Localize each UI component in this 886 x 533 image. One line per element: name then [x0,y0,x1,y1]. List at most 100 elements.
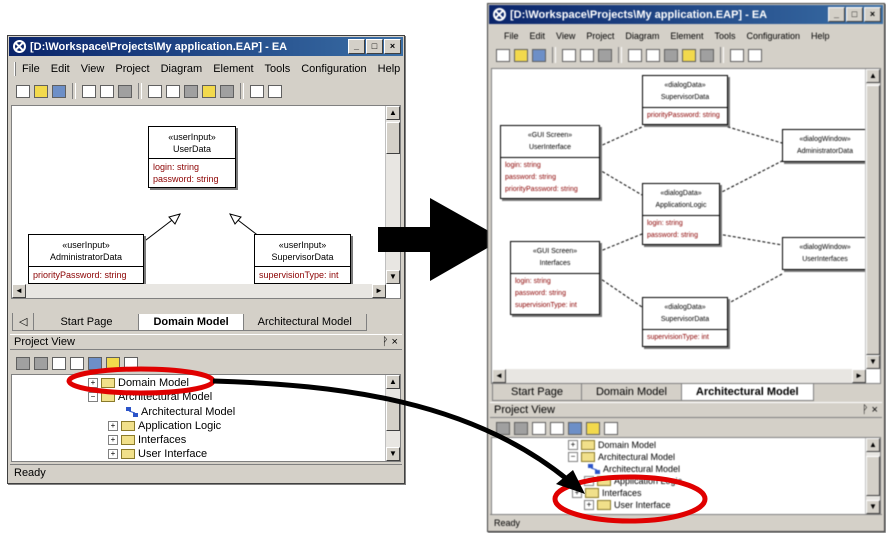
menu-configuration[interactable]: Configuration [746,31,800,41]
tree-node-user-interface[interactable]: + User Interface [584,500,671,510]
move-up-icon[interactable] [70,356,84,370]
copy-icon[interactable] [580,48,594,62]
new-diagram-icon[interactable] [514,421,528,435]
scroll-down-button[interactable]: ▼ [386,270,400,284]
maximize-button[interactable]: □ [366,39,383,54]
menu-configuration[interactable]: Configuration [301,63,366,75]
tab-scroll-left[interactable]: ◁ [12,313,35,331]
scroll-thumb[interactable] [866,85,880,355]
pin-close-icon[interactable]: ᚹ × [382,336,398,348]
note-icon[interactable] [682,48,696,62]
tools-icon[interactable] [700,48,714,62]
undo-icon[interactable] [118,84,132,98]
new-icon[interactable] [16,84,30,98]
diagram-vertical-scrollbar[interactable]: ▲ ▼ [385,106,400,284]
menu-diagram[interactable]: Diagram [161,63,203,75]
class-right-7[interactable]: «dialogData» SupervisorData supervisionTy… [642,297,728,347]
tree-node-domain-model[interactable]: + Domain Model [88,377,189,389]
diagram-horizontal-scrollbar[interactable]: ◄ ► [492,369,866,383]
minimize-button[interactable]: _ [348,39,365,54]
move-down-icon[interactable] [88,356,102,370]
tree-node-domain-model[interactable]: + Domain Model [568,440,656,450]
tab-domain-model[interactable]: Domain Model [580,384,682,401]
menu-tools[interactable]: Tools [265,63,291,75]
right-project-tree[interactable]: + Domain Model − Architectural Model Archi… [491,437,881,515]
tab-start-page[interactable]: Start Page [492,384,582,401]
scroll-left-button[interactable]: ◄ [12,284,26,298]
menu-edit[interactable]: Edit [51,63,70,75]
page-icon[interactable] [148,84,162,98]
maximize-button[interactable]: □ [846,7,863,22]
new-icon[interactable] [496,48,510,62]
scroll-up-button[interactable]: ▲ [866,438,880,452]
tree-node-interfaces[interactable]: + Interfaces [108,434,186,446]
right-title-bar[interactable]: [D:\Workspace\Projects\My application.EA… [489,5,883,24]
save-icon[interactable] [532,48,546,62]
tools-icon[interactable] [220,84,234,98]
tab-domain-model[interactable]: Domain Model [138,314,244,331]
move-up-icon[interactable] [550,421,564,435]
tree-node-user-interface[interactable]: + User Interface [108,448,207,460]
tree-vertical-scrollbar[interactable]: ▲ ▼ [385,375,400,461]
properties-icon[interactable] [106,356,120,370]
class-right-1[interactable]: «dialogData» SupervisorData priorityPassw… [642,75,728,125]
scroll-down-button[interactable]: ▼ [386,447,400,461]
copy-icon[interactable] [100,84,114,98]
class-right-4[interactable]: «dialogData» ApplicationLogic login: stri… [642,183,720,245]
document-icon[interactable] [166,84,180,98]
align-icon[interactable] [748,48,762,62]
new-package-icon[interactable] [16,356,30,370]
document-icon[interactable] [646,48,660,62]
scroll-up-button[interactable]: ▲ [866,69,880,83]
new-element-icon[interactable] [52,356,66,370]
tree-node-architectural-diagram[interactable]: Architectural Model [126,406,235,418]
align-icon[interactable] [268,84,282,98]
class-right-2[interactable]: «GUI Screen» UserInterface login: string p… [500,125,600,199]
left-project-tree[interactable]: + Domain Model − Architectural Model Archi… [11,374,401,462]
menu-element[interactable]: Element [670,31,703,41]
tab-architectural-model[interactable]: Architectural Model [680,384,814,401]
scroll-thumb[interactable] [386,401,400,431]
menu-element[interactable]: Element [213,63,253,75]
tree-node-architectural-model[interactable]: − Architectural Model [568,452,675,462]
menu-project[interactable]: Project [115,63,149,75]
tree-node-architectural-diagram[interactable]: Architectural Model [588,464,680,474]
scroll-up-button[interactable]: ▲ [386,375,400,389]
close-button[interactable]: × [384,39,401,54]
diagram-horizontal-scrollbar[interactable]: ◄ ► [12,284,386,298]
menu-tools[interactable]: Tools [714,31,735,41]
properties-icon[interactable] [586,421,600,435]
tree-vertical-scrollbar[interactable]: ▲ ▼ [865,438,880,514]
left-diagram-canvas[interactable]: «userInput» UserData login: string passwor… [11,105,401,299]
scroll-up-button[interactable]: ▲ [386,106,400,120]
layout-icon[interactable] [730,48,744,62]
new-diagram-icon[interactable] [34,356,48,370]
scroll-down-button[interactable]: ▼ [866,355,880,369]
scroll-left-button[interactable]: ◄ [492,369,506,383]
class-right-5[interactable]: «GUI Screen» Interfaces login: string pass… [510,241,600,315]
open-icon[interactable] [34,84,48,98]
scroll-right-button[interactable]: ► [852,369,866,383]
class-administratordata[interactable]: «userInput» AdministratorData priorityPas… [28,234,144,284]
class-right-6[interactable]: «dialogWindow» UserInterfaces [782,237,868,270]
menu-file[interactable]: File [504,31,519,41]
print-icon[interactable] [664,48,678,62]
class-right-3[interactable]: «dialogWindow» AdministratorData [782,129,868,162]
print-icon[interactable] [184,84,198,98]
left-title-bar[interactable]: [D:\Workspace\Projects\My application.EA… [9,37,403,56]
save-icon[interactable] [52,84,66,98]
find-icon[interactable] [124,356,138,370]
menu-view[interactable]: View [81,63,105,75]
menu-project[interactable]: Project [586,31,614,41]
cut-icon[interactable] [82,84,96,98]
class-supervisordata[interactable]: «userInput» SupervisorData supervisionTyp… [254,234,351,284]
menu-file[interactable]: File [22,63,40,75]
note-icon[interactable] [202,84,216,98]
layout-icon[interactable] [250,84,264,98]
scroll-thumb[interactable] [866,456,880,496]
class-userdata[interactable]: «userInput» UserData login: string passwor… [148,126,236,188]
tree-node-interfaces[interactable]: + Interfaces [572,488,642,498]
open-icon[interactable] [514,48,528,62]
tab-start-page[interactable]: Start Page [33,314,140,331]
menu-edit[interactable]: Edit [530,31,546,41]
